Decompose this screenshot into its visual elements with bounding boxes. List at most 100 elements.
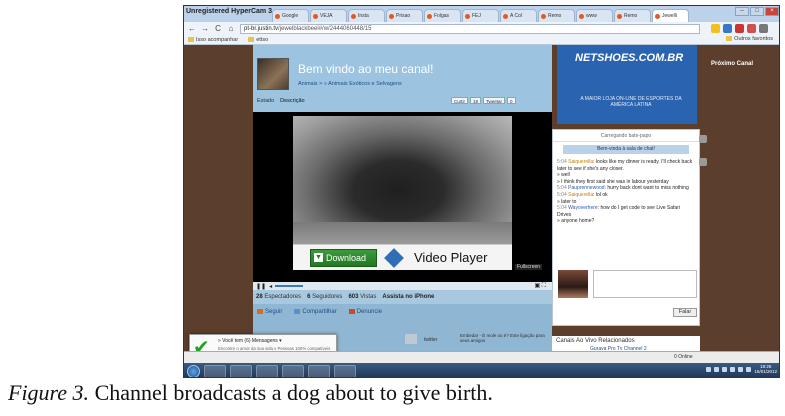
browser-tab[interactable]: Google xyxy=(272,9,309,22)
channel-category[interactable]: Animais > » Animais Exóticos e Selvagens xyxy=(298,81,402,87)
clock[interactable]: 18:26 16/01/2012 xyxy=(754,364,777,374)
browser-toolbar: ← → C ⌂ pt-br.justin.tv/jewelblackbeel#/… xyxy=(184,22,779,35)
forward-icon[interactable]: → xyxy=(201,24,209,33)
browser-tab[interactable]: Prisao xyxy=(386,9,423,22)
flag-icon xyxy=(348,308,355,314)
star-icon[interactable] xyxy=(711,24,720,33)
channel-actions: Seguir Compartilhar Denuncie xyxy=(253,307,552,317)
send-button[interactable]: Falar xyxy=(673,308,697,317)
gear-icon[interactable] xyxy=(699,135,707,143)
fullscreen-icon[interactable]: ▣ ⛶ xyxy=(534,282,546,290)
fullscreen-tooltip: Fullscreen xyxy=(515,264,543,270)
browser-tabs: Google VEJA Insta Prisao Folgas FEJ A Co… xyxy=(272,9,690,22)
tray-icon[interactable] xyxy=(714,366,720,372)
heart-icon xyxy=(257,308,263,314)
views-stat: 603 Vistas xyxy=(348,294,377,300)
home-icon[interactable]: ⌂ xyxy=(227,24,235,33)
chat-messages: 5:04 Saiquerella: looks like my dinner i… xyxy=(553,157,699,227)
netshoes-ad[interactable]: NETSHOES.COM.BR A MAIOR LOJA ON-LINE DE … xyxy=(557,45,697,124)
video-frame[interactable] xyxy=(293,116,512,244)
follow-button[interactable]: Seguir xyxy=(257,308,282,315)
channel-header: Bem vindo ao meu canal! Animais > » Anim… xyxy=(253,45,552,112)
player-controls: ❚❚ ◂ ▣ ⛶ xyxy=(253,282,552,290)
back-icon[interactable]: ← xyxy=(188,24,196,33)
maximize-icon[interactable]: □ xyxy=(750,7,764,16)
tray-icon[interactable] xyxy=(730,366,736,372)
tab-description[interactable]: Descrição xyxy=(280,98,304,104)
user-avatar xyxy=(558,270,588,298)
taskbar-app[interactable] xyxy=(308,364,330,377)
other-bookmarks[interactable]: Outros favoritos xyxy=(726,36,773,42)
tweet-button[interactable]: Tweetar xyxy=(483,97,506,104)
system-tray: 18:26 16/01/2012 xyxy=(706,364,777,374)
user-icon[interactable] xyxy=(699,158,707,166)
favicon-icon xyxy=(313,13,318,19)
tray-icon[interactable] xyxy=(738,366,744,372)
browser-tab[interactable]: VEJA xyxy=(310,9,347,22)
browser-tab[interactable]: www xyxy=(576,9,613,22)
extension-icon[interactable] xyxy=(747,24,756,33)
video-player-label: Video Player xyxy=(414,250,488,265)
screenshot: Unregistered HyperCam 3 Google VEJA Inst… xyxy=(183,5,780,378)
extension-icon[interactable] xyxy=(723,24,732,33)
browser-tab[interactable]: Remo xyxy=(614,9,651,22)
recorder-title: Unregistered HyperCam 3 xyxy=(186,8,272,15)
extension-icon[interactable] xyxy=(735,24,744,33)
bookmarks-bar: Isso acompanhar ettso Outros favoritos xyxy=(184,35,779,45)
window-controls: – □ × xyxy=(735,7,779,16)
favicon-icon xyxy=(427,13,432,19)
favicon-icon xyxy=(579,13,584,19)
reload-icon[interactable]: C xyxy=(214,24,222,33)
pause-icon[interactable]: ❚❚ xyxy=(256,283,266,290)
bookmark-item[interactable]: Isso acompanhar xyxy=(188,37,238,43)
volume-slider[interactable] xyxy=(275,285,304,287)
page-bottom-bar: 0 Online xyxy=(184,351,779,363)
tray-icon[interactable] xyxy=(722,366,728,372)
favicon-icon xyxy=(503,13,508,19)
next-channel-link[interactable]: Próximo Canal xyxy=(711,61,753,67)
chat-loading: Carregando bate-papo xyxy=(553,130,699,142)
bookmark-item[interactable]: ettso xyxy=(248,37,268,43)
twitter-icon[interactable] xyxy=(405,334,417,344)
browser-tab-active[interactable]: Jewelli xyxy=(652,9,689,22)
windows-taskbar: 18:26 16/01/2012 xyxy=(184,363,779,377)
favicon-icon xyxy=(541,13,546,19)
player-ad-banner[interactable]: ▼ Download Video Player xyxy=(293,244,512,270)
download-button[interactable]: ▼ Download xyxy=(310,248,377,267)
channel-tabs: Estado Descrição xyxy=(257,98,305,104)
report-button[interactable]: Denuncie xyxy=(348,308,382,315)
browser-tab[interactable]: FEJ xyxy=(462,9,499,22)
facebook-like-button[interactable]: Curtir xyxy=(451,97,468,104)
online-count: 0 Online xyxy=(674,354,693,360)
browser-tab[interactable]: Insta xyxy=(348,9,385,22)
video-player[interactable]: ▼ Download Video Player Fullscreen xyxy=(253,112,552,282)
tray-icon[interactable] xyxy=(746,366,752,372)
close-icon[interactable]: × xyxy=(765,7,779,16)
followers-stat: 6 Seguidores xyxy=(307,294,343,300)
iphone-link[interactable]: Assista no iPhone xyxy=(382,294,434,300)
channel-avatar[interactable] xyxy=(257,58,289,90)
caption-text: Channel broadcasts a dog about to give b… xyxy=(89,380,493,405)
volume-icon[interactable]: ◂ xyxy=(269,283,272,290)
taskbar-app[interactable] xyxy=(256,364,278,377)
channel-title: Bem vindo ao meu canal! xyxy=(298,62,434,76)
address-bar[interactable]: pt-br.justin.tv/jewelblackbeel#/w/244406… xyxy=(240,23,700,34)
chat-panel: Carregando bate-papo Bem-vinda à sala de… xyxy=(552,129,700,326)
twitter-label[interactable]: twitter xyxy=(424,337,437,343)
chat-input[interactable] xyxy=(593,270,697,298)
taskbar-app[interactable] xyxy=(230,364,252,377)
taskbar-app[interactable] xyxy=(282,364,304,377)
taskbar-app[interactable] xyxy=(204,364,226,377)
share-button[interactable]: Compartilhar xyxy=(294,308,337,315)
favicon-icon xyxy=(351,13,356,19)
start-button[interactable] xyxy=(187,364,200,377)
favicon-icon xyxy=(275,13,280,19)
tray-icon[interactable] xyxy=(706,366,712,372)
browser-tab[interactable]: Folgas xyxy=(424,9,461,22)
taskbar-app[interactable] xyxy=(334,364,356,377)
wrench-icon[interactable] xyxy=(759,24,768,33)
minimize-icon[interactable]: – xyxy=(735,7,749,16)
browser-tab[interactable]: Remo xyxy=(538,9,575,22)
tab-state[interactable]: Estado xyxy=(257,98,274,104)
browser-tab[interactable]: A Col xyxy=(500,9,537,22)
